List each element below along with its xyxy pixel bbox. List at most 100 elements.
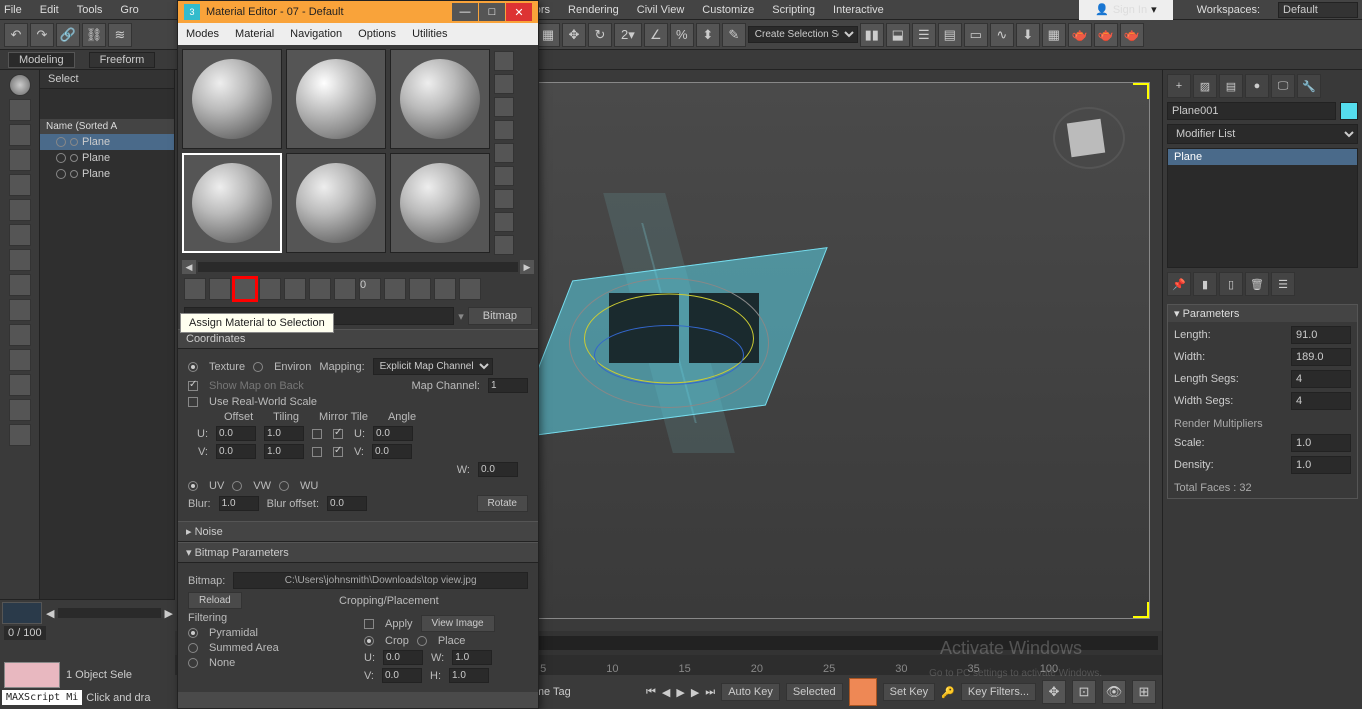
list-icon[interactable] xyxy=(9,374,31,396)
matid-icon[interactable]: 0 xyxy=(359,278,381,300)
key-icon[interactable]: 🔑 xyxy=(941,686,955,699)
remove-icon[interactable]: 🗑 xyxy=(1245,272,1269,296)
material-slot-3[interactable] xyxy=(390,49,490,149)
scale-field[interactable] xyxy=(1291,434,1351,452)
object-name-field[interactable] xyxy=(1167,102,1336,120)
link2-icon[interactable] xyxy=(9,299,31,321)
scene-row-plane1[interactable]: Plane xyxy=(40,134,174,150)
funnel-icon[interactable] xyxy=(9,424,31,446)
spinner-icon[interactable]: ⬍ xyxy=(696,23,720,47)
edit-icon[interactable]: ✎ xyxy=(722,23,746,47)
hierarchy-tab-icon[interactable]: ▤ xyxy=(1219,74,1243,98)
menu-rendering[interactable]: Rendering xyxy=(568,4,619,16)
uvtile-icon[interactable] xyxy=(494,120,514,140)
noise-header[interactable]: ▸ Noise xyxy=(178,521,538,542)
me-menu-modes[interactable]: Modes xyxy=(186,28,219,40)
play-icon[interactable]: ▶ xyxy=(676,686,684,699)
maxscript-listener[interactable]: MAXScript Mi xyxy=(2,690,82,705)
video-icon[interactable] xyxy=(494,143,514,163)
v-tiling-spinner[interactable] xyxy=(264,444,304,459)
layers-icon[interactable]: ☰ xyxy=(912,23,936,47)
mirror-icon[interactable]: ▮▮ xyxy=(860,23,884,47)
v-tile-check[interactable] xyxy=(333,447,343,457)
lseg-field[interactable] xyxy=(1291,370,1351,388)
go-sibling-icon[interactable] xyxy=(459,278,481,300)
clip-icon[interactable] xyxy=(9,399,31,421)
u-offset-spinner[interactable] xyxy=(216,426,256,441)
visibility-icon[interactable] xyxy=(56,137,66,147)
material-slot-6[interactable] xyxy=(390,153,490,253)
render2-icon[interactable]: 🫖 xyxy=(1094,23,1118,47)
material-editor-titlebar[interactable]: 3 Material Editor - 07 - Default — □ ✕ xyxy=(178,1,538,23)
menu-file[interactable]: File xyxy=(4,4,22,16)
bulb-icon[interactable] xyxy=(9,324,31,346)
move-icon[interactable]: ✥ xyxy=(562,23,586,47)
assign-to-selection-icon[interactable] xyxy=(234,278,256,300)
slot-hscroll[interactable]: ◀▶ xyxy=(178,259,538,275)
u-tile-check[interactable] xyxy=(333,429,343,439)
menu-interactive[interactable]: Interactive xyxy=(833,4,884,16)
me-menu-material[interactable]: Material xyxy=(235,28,274,40)
visibility-icon[interactable] xyxy=(56,153,66,163)
window-icon[interactable] xyxy=(9,149,31,171)
options-icon[interactable] xyxy=(494,166,514,186)
tab-freeform[interactable]: Freeform xyxy=(89,52,156,68)
display-tab-icon[interactable]: 🖵 xyxy=(1271,74,1295,98)
type-button[interactable]: Bitmap xyxy=(468,307,532,325)
length-field[interactable] xyxy=(1291,326,1351,344)
config-icon[interactable]: ☰ xyxy=(1271,272,1295,296)
scene-colhdr[interactable]: Name (Sorted A xyxy=(40,119,174,134)
place-radio[interactable] xyxy=(417,636,427,646)
motion-tab-icon[interactable]: ● xyxy=(1245,74,1269,98)
menu-edit[interactable]: Edit xyxy=(40,4,59,16)
texture-radio[interactable] xyxy=(188,362,198,372)
menu-civilview[interactable]: Civil View xyxy=(637,4,684,16)
v-angle-spinner[interactable] xyxy=(372,444,412,459)
keyfilters-button[interactable]: Key Filters... xyxy=(961,683,1036,701)
stack-item-plane[interactable]: Plane xyxy=(1168,149,1357,165)
crop-radio[interactable] xyxy=(364,636,374,646)
go-parent-icon[interactable] xyxy=(434,278,456,300)
unlink-icon[interactable]: ⛓ xyxy=(82,23,106,47)
v-offset-spinner[interactable] xyxy=(216,444,256,459)
make-copy-icon[interactable] xyxy=(284,278,306,300)
material-slot-1[interactable] xyxy=(182,49,282,149)
put-to-lib-icon[interactable] xyxy=(334,278,356,300)
redo-icon[interactable]: ↷ xyxy=(30,23,54,47)
eye-icon[interactable] xyxy=(9,349,31,371)
render-icon[interactable]: 🫖 xyxy=(1068,23,1092,47)
crop-v-spinner[interactable] xyxy=(382,668,422,683)
wu-radio[interactable] xyxy=(279,481,289,491)
me-menu-options[interactable]: Options xyxy=(358,28,396,40)
setkey-button[interactable]: Set Key xyxy=(883,683,936,701)
render3-icon[interactable]: 🫖 xyxy=(1120,23,1144,47)
viewimage-button[interactable]: View Image xyxy=(421,615,495,632)
slots-icon[interactable] xyxy=(494,235,514,255)
utilities-tab-icon[interactable]: 🔧 xyxy=(1297,74,1321,98)
minimize-icon[interactable]: — xyxy=(452,3,478,21)
density-field[interactable] xyxy=(1291,456,1351,474)
viewcube[interactable] xyxy=(1059,113,1119,163)
mapchannel-spinner[interactable] xyxy=(488,378,528,393)
undo-icon[interactable]: ↶ xyxy=(4,23,28,47)
sphere-icon[interactable] xyxy=(9,74,31,96)
bind-icon[interactable]: ≋ xyxy=(108,23,132,47)
nav-icon[interactable]: ⊞ xyxy=(1132,680,1156,704)
selected-button[interactable]: Selected xyxy=(786,683,843,701)
realworld-check[interactable] xyxy=(188,397,198,407)
stack-icon[interactable]: ▮ xyxy=(1193,272,1217,296)
pyramidal-radio[interactable] xyxy=(188,628,198,638)
pin-icon[interactable]: 📌 xyxy=(1167,272,1191,296)
get-material-icon[interactable] xyxy=(184,278,206,300)
apply-check[interactable] xyxy=(364,619,374,629)
rotate-icon[interactable]: ↻ xyxy=(588,23,612,47)
waves-icon[interactable] xyxy=(9,199,31,221)
matbrowse-icon[interactable]: ▦ xyxy=(1042,23,1066,47)
close-icon[interactable]: ✕ xyxy=(506,3,532,21)
make-unique-icon[interactable] xyxy=(309,278,331,300)
showmap-check[interactable] xyxy=(188,381,198,391)
goto-start-icon[interactable]: ⏮ xyxy=(646,686,656,699)
u-tiling-spinner[interactable] xyxy=(264,426,304,441)
modifier-stack[interactable]: Plane xyxy=(1167,148,1358,268)
create-tab-icon[interactable]: + xyxy=(1167,74,1191,98)
